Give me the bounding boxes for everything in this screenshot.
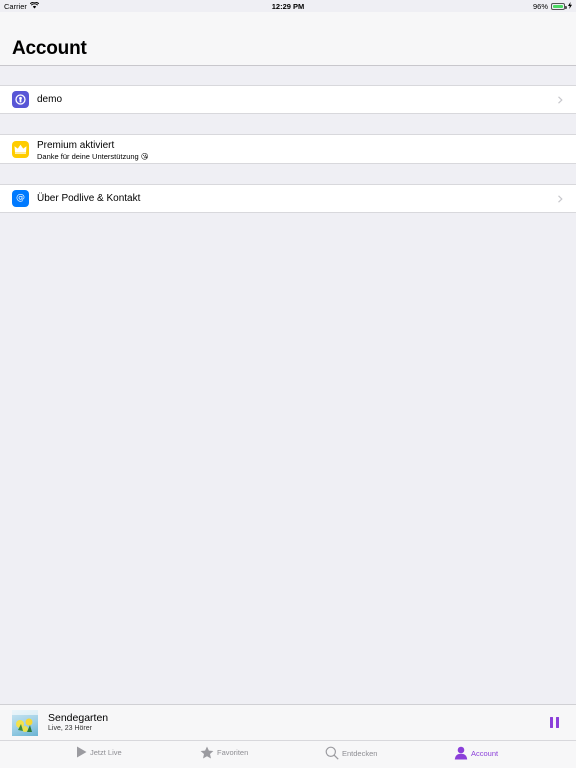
about-row[interactable]: @ Über Podlive & Kontakt — [0, 185, 576, 212]
battery-percent: 96% — [532, 2, 548, 11]
star-icon — [200, 746, 214, 759]
now-playing-bar[interactable]: Sendegarten Live, 23 Hörer — [0, 704, 576, 740]
user-group: demo — [0, 85, 576, 114]
tab-account[interactable]: Account — [454, 746, 498, 760]
tab-entdecken[interactable]: Entdecken — [325, 746, 377, 760]
now-playing-title: Sendegarten — [48, 712, 109, 724]
now-playing-subtitle: Live, 23 Hörer — [48, 725, 92, 732]
charging-icon — [568, 2, 572, 11]
battery-fill — [553, 5, 563, 8]
status-time: 12:29 PM — [271, 2, 305, 11]
podcast-artwork — [12, 710, 38, 736]
premium-sub-label: Danke für deine Unterstützung 😘 — [37, 152, 149, 161]
premium-group: Premium aktiviert Danke für deine Unters… — [0, 134, 576, 164]
tab-favoriten[interactable]: Favoriten — [200, 746, 248, 759]
person-icon — [454, 746, 468, 760]
user-badge-icon — [12, 91, 29, 108]
pause-button[interactable] — [550, 717, 559, 728]
at-sign-icon: @ — [12, 190, 29, 207]
tab-label: Favoriten — [217, 748, 249, 757]
about-label: Über Podlive & Kontakt — [37, 193, 141, 204]
tab-label: Entdecken — [342, 748, 378, 758]
premium-row: Premium aktiviert Danke für deine Unters… — [0, 135, 576, 163]
about-group: @ Über Podlive & Kontakt — [0, 184, 576, 213]
tab-label: Jetzt Live — [90, 747, 122, 757]
status-right: 96% — [533, 2, 572, 11]
crown-icon — [12, 140, 29, 158]
tab-bar: Jetzt Live Favoriten Entdecken Account — [0, 740, 576, 768]
status-bar: Carrier 12:29 PM 96% — [0, 0, 576, 12]
tab-jetzt-live[interactable]: Jetzt Live — [76, 746, 122, 758]
user-row[interactable]: demo — [0, 86, 576, 113]
chevron-right-icon — [558, 194, 563, 203]
page-title: Account — [12, 38, 87, 59]
tab-label: Account — [471, 748, 499, 758]
chevron-right-icon — [558, 95, 563, 104]
battery-icon — [551, 3, 567, 10]
search-icon — [325, 746, 339, 760]
premium-label: Premium aktiviert — [37, 140, 115, 151]
user-label: demo — [37, 94, 63, 105]
play-icon — [77, 746, 87, 758]
navigation-header: Account — [0, 12, 576, 66]
